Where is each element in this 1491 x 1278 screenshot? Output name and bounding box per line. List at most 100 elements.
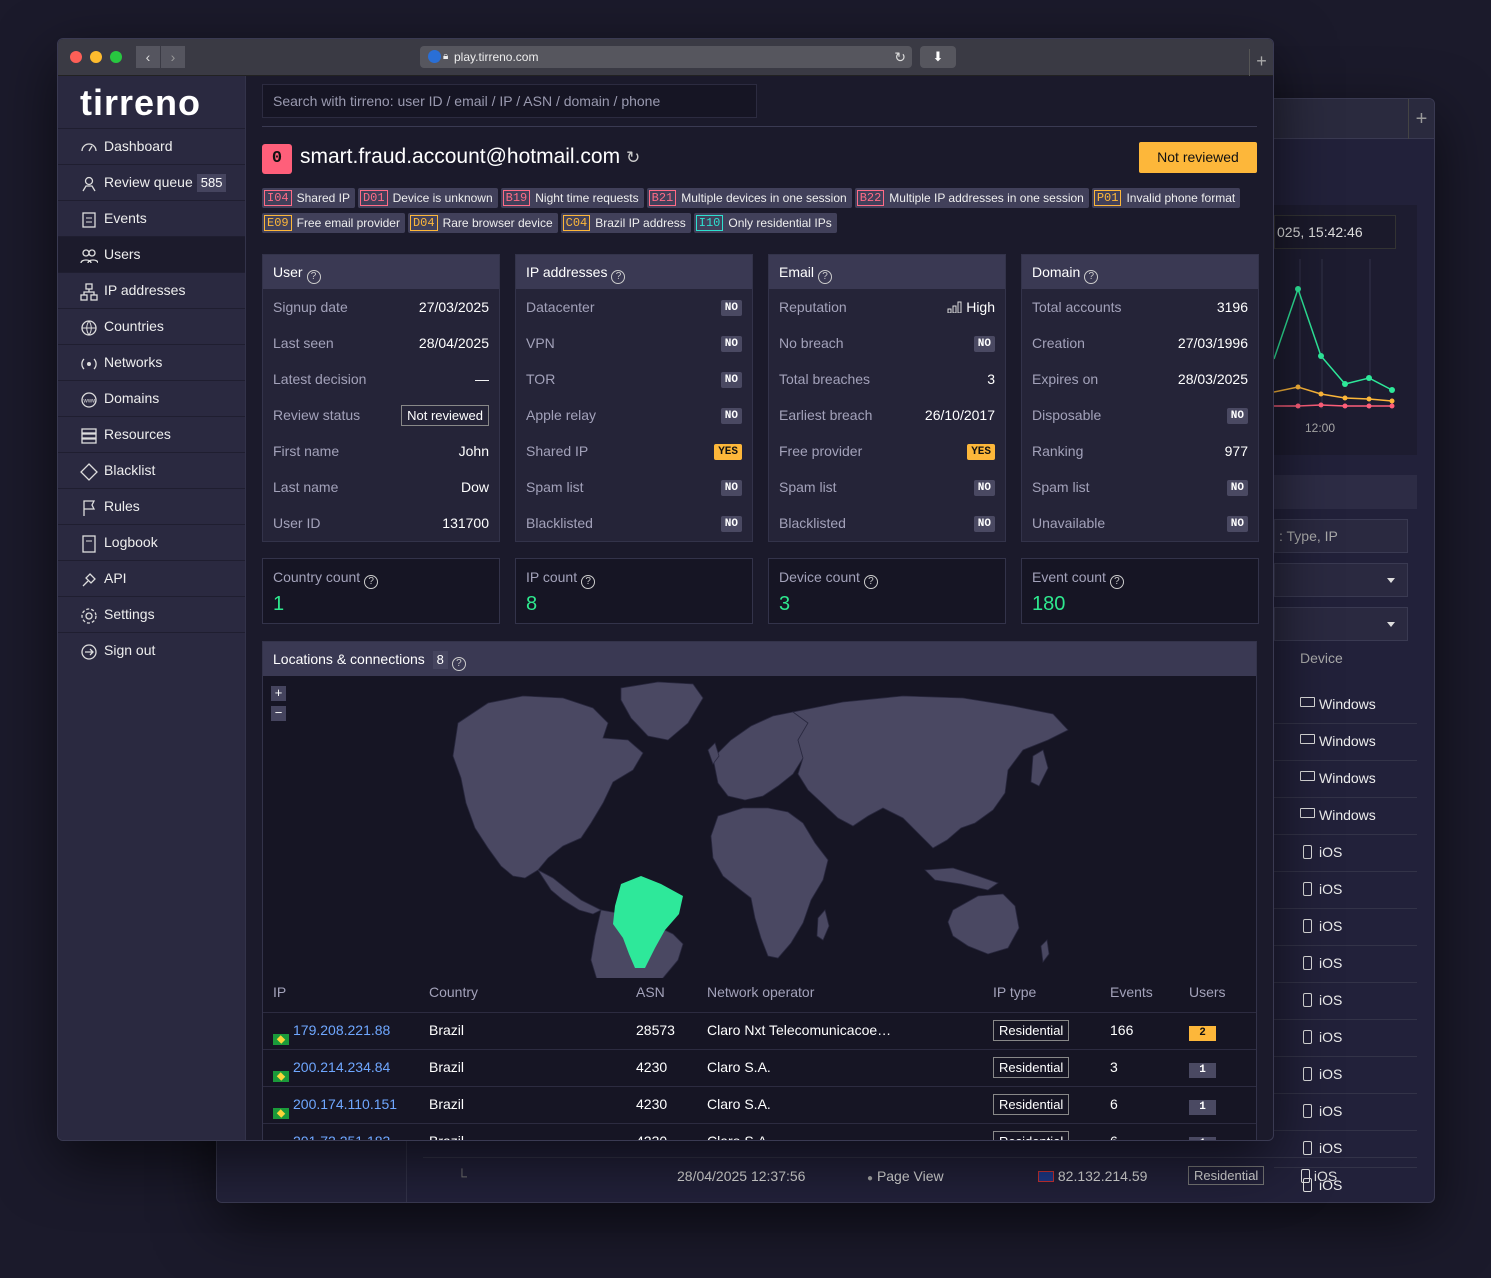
refresh-icon[interactable]: ↻ <box>626 148 640 167</box>
card-row: Reputation High <box>769 289 1005 325</box>
sidebar-item-events[interactable]: Events <box>58 200 245 236</box>
sidebar-item-rules[interactable]: Rules <box>58 488 245 524</box>
background-time-field[interactable]: 025, 15:42:46 <box>1274 215 1396 249</box>
rule-tag[interactable]: B19 Night time requests <box>500 188 644 208</box>
table-row[interactable]: 201.72.251.183 Brazil 4230 Claro S.A. Reside… <box>263 1123 1256 1141</box>
reload-icon[interactable]: ↻ <box>894 46 906 68</box>
no-badge: NO <box>720 325 742 361</box>
sidebar-item-users[interactable]: Users <box>58 236 245 272</box>
ip-cell[interactable]: 179.208.221.88 <box>273 1022 390 1045</box>
help-icon[interactable]: ? <box>1109 575 1124 589</box>
tree-branch-icon: └ <box>457 1168 467 1184</box>
download-button[interactable]: ⬇ <box>920 46 956 68</box>
background-select-1[interactable] <box>1274 563 1408 597</box>
card-row-label: VPN <box>526 335 555 351</box>
review-status-badge: Not reviewed <box>401 397 489 433</box>
help-icon[interactable]: ? <box>818 270 833 284</box>
phone-icon <box>1301 1169 1310 1183</box>
card-row: Total breaches 3 <box>769 361 1005 397</box>
review-status-button[interactable]: Not reviewed <box>1139 142 1257 173</box>
search-input[interactable]: Search with tirreno: user ID / email / I… <box>262 84 757 118</box>
sidebar-item-blacklist[interactable]: Blacklist <box>58 452 245 488</box>
column-header-ip-type[interactable]: IP type <box>993 984 1036 1000</box>
help-icon[interactable]: ? <box>306 270 321 284</box>
phone-icon <box>1303 1141 1312 1155</box>
background-event-row[interactable]: └ 28/04/2025 12:37:56 ● Page View 82.132… <box>423 1157 1417 1194</box>
event-ip[interactable]: 82.132.214.59 <box>1038 1168 1147 1184</box>
column-header-users[interactable]: Users <box>1189 984 1226 1000</box>
minimize-window-button[interactable] <box>90 51 102 63</box>
no-badge: NO <box>720 361 742 397</box>
no-badge: NO <box>1226 397 1248 433</box>
forward-button[interactable]: › <box>161 46 185 68</box>
rule-tag[interactable]: I04 Shared IP <box>262 188 355 208</box>
no-badge: NO <box>973 505 995 541</box>
new-tab-button[interactable]: + <box>1408 99 1434 139</box>
column-header-ip[interactable]: IP <box>273 984 286 1000</box>
device-row: iOS <box>1274 946 1417 983</box>
ip-cell[interactable]: 200.214.234.84 <box>273 1059 390 1082</box>
help-icon[interactable]: ? <box>364 575 379 589</box>
sidebar-item-domains[interactable]: www Domains <box>58 380 245 416</box>
world-map[interactable] <box>263 678 1257 978</box>
column-header-country[interactable]: Country <box>429 984 478 1000</box>
table-row[interactable]: 179.208.221.88 Brazil 28573 Claro Nxt Telec… <box>263 1012 1256 1049</box>
rule-tag[interactable]: E09 Free email provider <box>262 213 405 233</box>
sidebar-item-api[interactable]: API <box>58 560 245 596</box>
phone-icon <box>1303 919 1312 933</box>
email-card: Email? Reputation High No breach NO Total br… <box>768 254 1006 542</box>
device-row: iOS <box>1274 1057 1417 1094</box>
sidebar-item-resources[interactable]: Resources <box>58 416 245 452</box>
card-row-label: No breach <box>779 335 844 351</box>
address-bar[interactable]: 🔒︎ play.tirreno.com ↻ <box>420 46 912 68</box>
rule-tag[interactable]: B22 Multiple IP addresses in one session <box>854 188 1089 208</box>
sidebar-item-review-queue[interactable]: Review queue 585 <box>58 164 245 200</box>
sidebar-item-countries[interactable]: Countries <box>58 308 245 344</box>
column-header-events[interactable]: Events <box>1110 984 1153 1000</box>
score-badge: 0 <box>262 144 292 174</box>
logo: tirreno <box>80 82 202 123</box>
background-search-input[interactable]: : Type, IP <box>1274 519 1408 553</box>
sidebar-item-dashboard[interactable]: Dashboard <box>58 128 245 164</box>
card-row-label: Last name <box>273 479 339 495</box>
sidebar-item-label: Rules <box>104 498 140 514</box>
card-row-value: 3196 <box>1216 299 1248 315</box>
device-row: iOS <box>1274 835 1417 872</box>
sidebar-item-settings[interactable]: Settings <box>58 596 245 632</box>
help-icon[interactable]: ? <box>863 575 878 589</box>
rule-tag[interactable]: P01 Invalid phone format <box>1091 188 1241 208</box>
close-window-button[interactable] <box>70 51 82 63</box>
table-row[interactable]: 200.214.234.84 Brazil 4230 Claro S.A. Reside… <box>263 1049 1256 1086</box>
column-header-network-operator[interactable]: Network operator <box>707 984 814 1000</box>
users-cell: 1 <box>1189 1133 1216 1140</box>
ip-cell[interactable]: 200.174.110.151 <box>273 1096 397 1119</box>
help-icon[interactable]: ? <box>581 575 596 589</box>
rule-tag[interactable]: D04 Rare browser device <box>407 213 558 233</box>
uk-flag-icon <box>1038 1171 1054 1182</box>
operator-cell: Claro S.A. <box>707 1133 771 1141</box>
help-icon[interactable]: ? <box>451 657 466 671</box>
rule-tag[interactable]: B21 Multiple devices in one session <box>646 188 852 208</box>
back-button[interactable]: ‹ <box>136 46 160 68</box>
rule-tag[interactable]: D01 Device is unknown <box>357 188 498 208</box>
column-header-asn[interactable]: ASN <box>636 984 665 1000</box>
help-icon[interactable]: ? <box>611 270 626 284</box>
card-row-value: 27/03/1996 <box>1177 335 1248 351</box>
rule-tag[interactable]: C04 Brazil IP address <box>560 213 691 233</box>
table-row[interactable]: 200.174.110.151 Brazil 4230 Claro S.A. Resid… <box>263 1086 1256 1123</box>
maximize-window-button[interactable] <box>110 51 122 63</box>
sidebar-item-logbook[interactable]: Logbook <box>58 524 245 560</box>
sidebar-item-networks[interactable]: Networks <box>58 344 245 380</box>
events-cell: 6 <box>1110 1133 1118 1141</box>
card-row-label: Unavailable <box>1032 515 1106 531</box>
background-select-2[interactable] <box>1274 607 1408 641</box>
ip-cell[interactable]: 201.72.251.183 <box>273 1133 390 1140</box>
help-icon[interactable]: ? <box>1084 270 1099 284</box>
card-row-label: Blacklisted <box>526 515 593 531</box>
new-tab-button[interactable]: + <box>1249 49 1273 76</box>
flag-icon <box>83 500 96 516</box>
sidebar-item-sign-out[interactable]: Sign out <box>58 632 245 668</box>
sidebar-item-ip-addresses[interactable]: IP addresses <box>58 272 245 308</box>
no-badge: NO <box>720 505 742 541</box>
rule-tag[interactable]: I10 Only residential IPs <box>693 213 837 233</box>
